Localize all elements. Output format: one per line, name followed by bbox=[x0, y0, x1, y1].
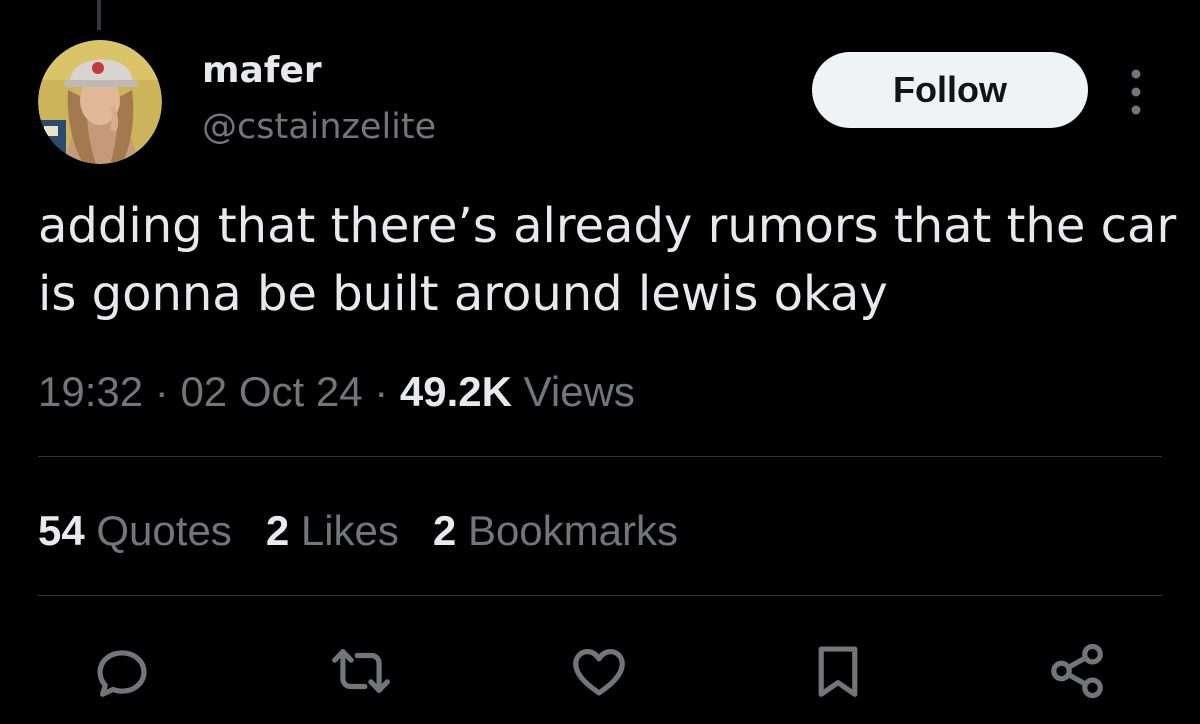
bookmarks-count: 2 bbox=[432, 507, 457, 554]
share-icon bbox=[1051, 643, 1103, 699]
share-button[interactable] bbox=[1042, 636, 1112, 706]
engagement-stats: 54 Quotes 2 Likes 2 Bookmarks bbox=[38, 503, 712, 559]
thread-connector-line bbox=[97, 0, 101, 30]
quotes-stat[interactable]: 54 Quotes bbox=[38, 503, 232, 559]
views-count: 49.2K bbox=[399, 368, 512, 415]
reply-icon bbox=[97, 650, 147, 697]
tweet-text: adding that there’s already rumors that … bbox=[38, 198, 1177, 322]
likes-stat[interactable]: 2 Likes bbox=[266, 503, 399, 559]
quotes-count: 54 bbox=[38, 507, 85, 554]
bookmark-button[interactable] bbox=[803, 636, 873, 706]
quotes-label: Quotes bbox=[96, 507, 232, 554]
divider bbox=[38, 595, 1162, 596]
tweet-time[interactable]: 19:32 bbox=[38, 368, 143, 415]
divider bbox=[38, 456, 1162, 457]
follow-button[interactable]: Follow bbox=[812, 52, 1088, 128]
bookmark-icon bbox=[818, 646, 858, 697]
user-handle[interactable]: @cstainzelite bbox=[202, 102, 436, 152]
like-button[interactable] bbox=[564, 636, 634, 706]
meta-separator: · bbox=[374, 368, 389, 415]
reply-button[interactable] bbox=[87, 636, 157, 706]
retweet-button[interactable] bbox=[326, 636, 396, 706]
user-avatar-photo-icon bbox=[38, 40, 162, 164]
tweet-date[interactable]: 02 Oct 24 bbox=[180, 368, 362, 415]
bookmarks-label: Bookmarks bbox=[467, 507, 678, 554]
more-vertical-icon bbox=[1131, 69, 1141, 115]
avatar[interactable] bbox=[38, 40, 162, 164]
bookmarks-stat[interactable]: 2 Bookmarks bbox=[433, 503, 678, 559]
more-options-button[interactable] bbox=[1116, 66, 1156, 118]
tweet-meta: 19:32 · 02 Oct 24 · 49.2K Views bbox=[38, 364, 635, 420]
views-label: Views bbox=[523, 368, 635, 415]
retweet-icon bbox=[332, 649, 390, 693]
likes-count: 2 bbox=[265, 507, 290, 554]
like-icon bbox=[573, 649, 625, 696]
display-name[interactable]: mafer bbox=[202, 46, 322, 96]
meta-separator: · bbox=[154, 368, 169, 415]
likes-label: Likes bbox=[300, 507, 399, 554]
